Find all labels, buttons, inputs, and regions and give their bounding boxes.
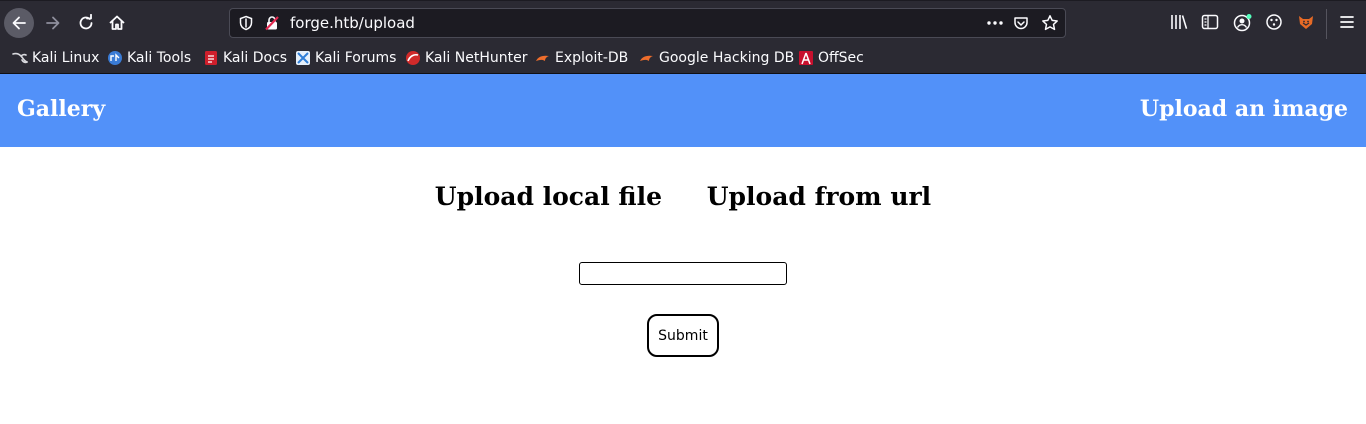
kali-docs-icon xyxy=(205,51,217,65)
brand-gallery-link[interactable]: Gallery xyxy=(17,74,105,145)
url-text[interactable]: forge.htb/upload xyxy=(290,9,415,37)
kali-dragon-icon xyxy=(12,52,28,64)
address-bar[interactable]: forge.htb/upload xyxy=(229,8,1066,38)
offsec-icon xyxy=(799,51,813,65)
tab-upload-local-file[interactable]: Upload local file xyxy=(435,182,662,211)
upload-image-link[interactable]: Upload an image xyxy=(1140,74,1348,145)
browser-toolbar: forge.htb/upload xyxy=(0,0,1366,44)
reload-button[interactable] xyxy=(71,8,101,38)
bookmark-offsec[interactable]: OffSec xyxy=(798,44,864,72)
home-button[interactable] xyxy=(102,8,132,38)
star-icon[interactable] xyxy=(1041,14,1059,32)
bookmark-kali-nethunter[interactable]: Kali NetHunter xyxy=(405,44,527,72)
bookmark-label: OffSec xyxy=(818,50,864,66)
site-navbar: Gallery Upload an image xyxy=(0,74,1366,147)
toolbar-divider xyxy=(1326,9,1327,39)
bookmark-label: Kali Docs xyxy=(223,50,288,66)
bookmark-label: Kali Forums xyxy=(315,50,397,66)
ghdb-icon xyxy=(640,55,653,61)
extensions-icon[interactable] xyxy=(1265,13,1283,31)
bookmark-kali-forums[interactable]: Kali Forums xyxy=(295,44,396,72)
insecure-lock-icon[interactable] xyxy=(264,15,280,31)
bookmark-label: Kali Tools xyxy=(127,50,192,66)
forward-button[interactable] xyxy=(38,8,68,38)
tab-upload-from-url[interactable]: Upload from url xyxy=(707,182,931,211)
url-input[interactable] xyxy=(579,262,787,285)
bookmark-kali-linux[interactable]: Kali Linux xyxy=(12,44,99,72)
kali-tools-icon xyxy=(108,51,122,65)
account-icon[interactable] xyxy=(1233,13,1253,33)
bookmarks-toolbar: Kali Linux Kali Tools Kali Docs Kali For… xyxy=(0,44,1366,74)
pocket-icon[interactable] xyxy=(1013,15,1029,31)
more-dots-icon[interactable] xyxy=(986,15,1004,31)
fox-extension-icon[interactable] xyxy=(1297,13,1315,31)
sidebar-icon[interactable] xyxy=(1201,13,1219,31)
back-button[interactable] xyxy=(4,8,34,38)
bookmark-exploit-db[interactable]: Exploit-DB xyxy=(535,44,628,72)
bookmark-label: Google Hacking DB xyxy=(659,50,795,66)
hamburger-menu-icon[interactable] xyxy=(1338,13,1356,31)
arrow-left-icon xyxy=(12,16,26,30)
bookmark-label: Kali NetHunter xyxy=(425,50,528,66)
exploit-db-icon xyxy=(536,55,549,61)
kali-forums-icon xyxy=(296,51,310,65)
reload-icon xyxy=(79,14,93,30)
bookmark-kali-tools[interactable]: Kali Tools xyxy=(107,44,191,72)
bookmark-kali-docs[interactable]: Kali Docs xyxy=(203,44,287,72)
library-icon[interactable] xyxy=(1170,13,1188,31)
bookmark-label: Kali Linux xyxy=(32,50,100,66)
submit-button[interactable]: Submit xyxy=(647,314,719,357)
shield-icon[interactable] xyxy=(238,15,254,31)
nethunter-icon xyxy=(406,51,420,65)
home-icon xyxy=(109,15,125,30)
bookmark-label: Exploit-DB xyxy=(555,50,629,66)
arrow-right-icon xyxy=(46,16,60,30)
bookmark-google-hacking-db[interactable]: Google Hacking DB xyxy=(639,44,794,72)
upload-tabs: Upload local file Upload from url xyxy=(0,182,1366,211)
